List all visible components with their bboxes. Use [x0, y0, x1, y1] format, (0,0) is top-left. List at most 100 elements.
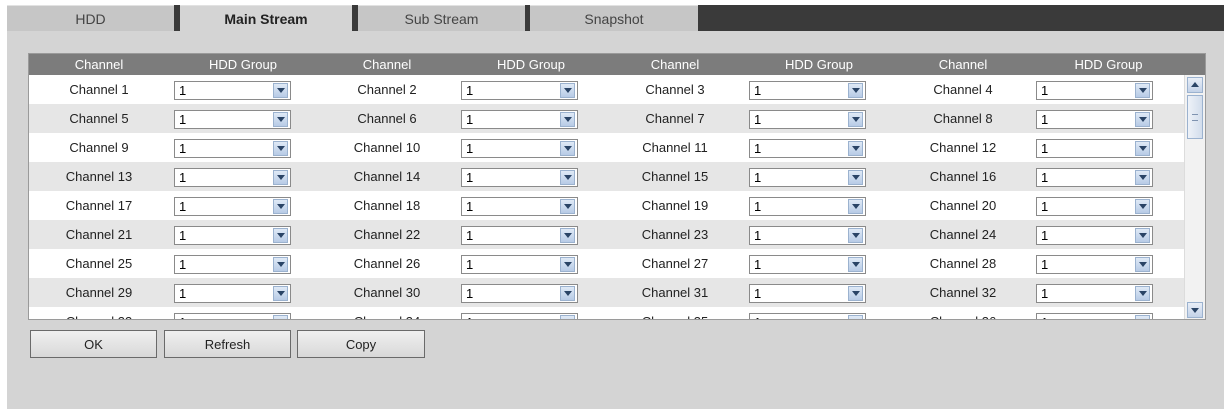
chevron-down-icon[interactable]: [560, 315, 575, 319]
hdd-group-select[interactable]: 1: [174, 313, 291, 319]
hdd-group-select[interactable]: 1: [461, 255, 578, 274]
hdd-group-select[interactable]: 1: [749, 255, 866, 274]
chevron-down-icon[interactable]: [848, 170, 863, 185]
hdd-group-select[interactable]: 1: [1036, 81, 1153, 100]
chevron-down-icon[interactable]: [273, 141, 288, 156]
hdd-group-select[interactable]: 1: [174, 197, 291, 216]
hdd-group-select[interactable]: 1: [749, 197, 866, 216]
chevron-down-icon[interactable]: [848, 286, 863, 301]
chevron-down-icon[interactable]: [848, 199, 863, 214]
chevron-down-icon[interactable]: [848, 315, 863, 319]
chevron-down-icon[interactable]: [273, 228, 288, 243]
hdd-group-select[interactable]: 1: [749, 168, 866, 187]
hdd-group-select[interactable]: 1: [174, 284, 291, 303]
scroll-down-arrow-icon[interactable]: [1187, 302, 1203, 318]
chevron-down-icon[interactable]: [560, 170, 575, 185]
hdd-group-select[interactable]: 1: [174, 81, 291, 100]
channel-label: Channel 34: [317, 307, 457, 319]
chevron-down-icon[interactable]: [1135, 286, 1150, 301]
chevron-down-icon[interactable]: [1135, 141, 1150, 156]
hdd-group-select[interactable]: 1: [1036, 139, 1153, 158]
hdd-group-table: Channel HDD Group Channel HDD Group Channel H…: [28, 53, 1206, 320]
hdd-group-select[interactable]: 1: [174, 226, 291, 245]
hdd-group-value: 1: [1041, 170, 1049, 185]
hdd-group-value: 1: [754, 141, 762, 156]
hdd-group-select[interactable]: 1: [461, 110, 578, 129]
hdd-group-select[interactable]: 1: [461, 197, 578, 216]
chevron-down-icon[interactable]: [273, 286, 288, 301]
hdd-group-select[interactable]: 1: [174, 110, 291, 129]
chevron-down-icon[interactable]: [848, 228, 863, 243]
chevron-down-icon[interactable]: [560, 112, 575, 127]
chevron-down-icon[interactable]: [1135, 315, 1150, 319]
hdd-group-select[interactable]: 1: [749, 226, 866, 245]
chevron-down-icon[interactable]: [273, 83, 288, 98]
hdd-group-select[interactable]: 1: [461, 139, 578, 158]
chevron-down-icon[interactable]: [560, 199, 575, 214]
chevron-down-icon[interactable]: [560, 257, 575, 272]
chevron-down-icon[interactable]: [848, 83, 863, 98]
channel-label: Channel 31: [641, 285, 709, 300]
hdd-group-select[interactable]: 1: [749, 81, 866, 100]
channel-label: Channel 35: [605, 307, 745, 319]
hdd-group-select[interactable]: 1: [1036, 284, 1153, 303]
chevron-down-icon[interactable]: [273, 112, 288, 127]
hdd-group-value: 1: [1041, 228, 1049, 243]
hdd-group-value: 1: [1041, 83, 1049, 98]
chevron-down-icon[interactable]: [1135, 199, 1150, 214]
channel-label: Channel 14: [353, 169, 421, 184]
chevron-down-icon[interactable]: [560, 83, 575, 98]
copy-button[interactable]: Copy: [297, 330, 425, 358]
chevron-down-icon[interactable]: [848, 257, 863, 272]
channel-label: Channel 29: [65, 285, 133, 300]
tab-snapshot[interactable]: Snapshot: [530, 5, 698, 31]
hdd-group-value: 1: [179, 314, 186, 319]
ok-button[interactable]: OK: [30, 330, 157, 358]
hdd-group-select[interactable]: 1: [1036, 197, 1153, 216]
hdd-group-select[interactable]: 1: [749, 284, 866, 303]
table-row: Channel 5 1 Channel 6 1 Channel 7 1 Channel 8 1: [29, 104, 1184, 133]
hdd-group-select[interactable]: 1: [461, 226, 578, 245]
hdd-group-select[interactable]: 1: [461, 284, 578, 303]
channel-label: Channel 10: [353, 140, 421, 155]
chevron-down-icon[interactable]: [273, 199, 288, 214]
hdd-group-select[interactable]: 1: [174, 139, 291, 158]
vertical-scrollbar[interactable]: [1184, 75, 1205, 319]
hdd-group-select[interactable]: 1: [174, 255, 291, 274]
channel-label: Channel 5: [69, 111, 129, 126]
hdd-group-select[interactable]: 1: [461, 168, 578, 187]
chevron-down-icon[interactable]: [848, 141, 863, 156]
hdd-group-select[interactable]: 1: [1036, 168, 1153, 187]
chevron-down-icon[interactable]: [560, 228, 575, 243]
scroll-up-arrow-icon[interactable]: [1187, 77, 1203, 93]
hdd-group-select[interactable]: 1: [461, 313, 578, 319]
hdd-group-select[interactable]: 1: [1036, 226, 1153, 245]
refresh-button[interactable]: Refresh: [164, 330, 291, 358]
hdd-group-select[interactable]: 1: [1036, 255, 1153, 274]
hdd-group-select[interactable]: 1: [1036, 313, 1153, 319]
chevron-down-icon[interactable]: [1135, 257, 1150, 272]
hdd-group-value: 1: [179, 286, 187, 301]
hdd-group-select[interactable]: 1: [749, 313, 866, 319]
chevron-down-icon[interactable]: [273, 170, 288, 185]
chevron-down-icon[interactable]: [1135, 112, 1150, 127]
chevron-down-icon[interactable]: [1135, 228, 1150, 243]
hdd-group-select[interactable]: 1: [174, 168, 291, 187]
hdd-group-select[interactable]: 1: [749, 110, 866, 129]
channel-label: Channel 20: [929, 198, 997, 213]
chevron-down-icon[interactable]: [1135, 83, 1150, 98]
hdd-group-select[interactable]: 1: [1036, 110, 1153, 129]
scrollbar-thumb[interactable]: [1187, 95, 1203, 139]
tab-main-stream[interactable]: Main Stream: [180, 5, 352, 31]
tab-sub-stream[interactable]: Sub Stream: [358, 5, 525, 31]
chevron-down-icon[interactable]: [273, 315, 288, 319]
chevron-down-icon[interactable]: [560, 141, 575, 156]
chevron-down-icon[interactable]: [273, 257, 288, 272]
chevron-down-icon[interactable]: [1135, 170, 1150, 185]
tab-hdd[interactable]: HDD: [7, 5, 174, 31]
header-channel: Channel: [74, 57, 124, 72]
hdd-group-select[interactable]: 1: [749, 139, 866, 158]
hdd-group-select[interactable]: 1: [461, 81, 578, 100]
chevron-down-icon[interactable]: [848, 112, 863, 127]
chevron-down-icon[interactable]: [560, 286, 575, 301]
